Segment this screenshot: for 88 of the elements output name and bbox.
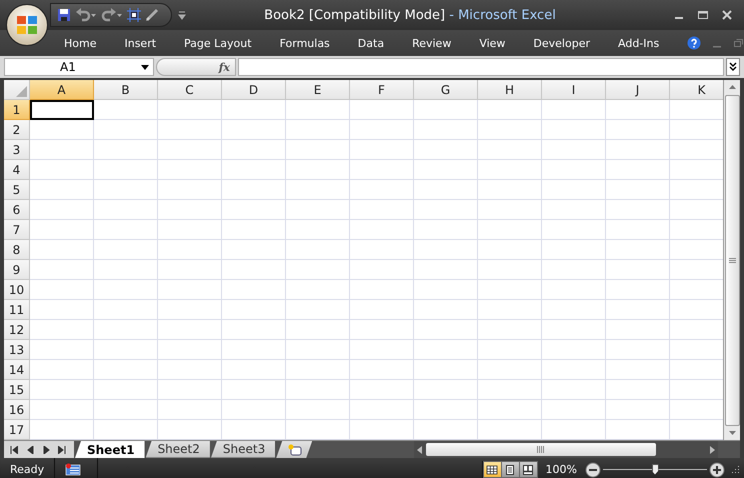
office-logo-icon: [15, 13, 39, 37]
active-cell[interactable]: [30, 100, 94, 120]
document-title: Book2 [Compatibility Mode]: [264, 8, 446, 22]
scroll-up-arrow-icon[interactable]: [728, 85, 736, 89]
page-break-view-button[interactable]: [520, 462, 537, 477]
previous-sheet-icon[interactable]: [26, 446, 34, 454]
row-header[interactable]: 17: [4, 420, 30, 440]
column-header[interactable]: E: [286, 80, 350, 100]
zoom-in-icon[interactable]: [709, 462, 725, 478]
pen-icon[interactable]: [145, 8, 159, 22]
new-sheet-icon: [288, 444, 302, 456]
row-header[interactable]: 11: [4, 300, 30, 320]
close-icon[interactable]: [722, 10, 732, 20]
row-header[interactable]: 4: [4, 160, 30, 180]
column-header[interactable]: J: [606, 80, 670, 100]
redo-icon[interactable]: [101, 8, 123, 22]
row-header[interactable]: 13: [4, 340, 30, 360]
normal-view-icon: [486, 464, 498, 474]
row-header[interactable]: 15: [4, 380, 30, 400]
zoom-level-text[interactable]: 100%: [546, 463, 577, 476]
row-header[interactable]: 5: [4, 180, 30, 200]
sheet-tab[interactable]: Sheet3: [210, 441, 276, 458]
row-header[interactable]: 2: [4, 120, 30, 140]
scroll-left-arrow-icon[interactable]: [416, 446, 422, 454]
row-header[interactable]: 8: [4, 240, 30, 260]
column-header[interactable]: G: [414, 80, 478, 100]
row-header[interactable]: 14: [4, 360, 30, 380]
ribbon-tab[interactable]: View: [479, 36, 506, 50]
double-chevron-icon: [729, 62, 737, 72]
customize-caret-icon[interactable]: [178, 10, 186, 20]
undo-icon[interactable]: [75, 8, 97, 22]
formula-input-field[interactable]: [238, 58, 724, 76]
ribbon-tab[interactable]: Add-Ins: [618, 36, 660, 50]
dropdown-caret-icon[interactable]: [141, 64, 149, 70]
ribbon-tab[interactable]: Home: [64, 36, 96, 50]
column-header[interactable]: B: [94, 80, 158, 100]
sheet-tab[interactable]: Sheet1: [75, 441, 145, 458]
record-macro-icon[interactable]: [65, 463, 82, 476]
last-sheet-icon[interactable]: [58, 446, 66, 454]
sheet-tab[interactable]: Sheet2: [146, 441, 210, 458]
help-icon[interactable]: [687, 36, 702, 50]
row-header[interactable]: 10: [4, 280, 30, 300]
ribbon-tab[interactable]: Insert: [124, 36, 156, 50]
row-header[interactable]: 3: [4, 140, 30, 160]
page-break-view-icon: [522, 464, 534, 474]
normal-view-button[interactable]: [484, 462, 501, 477]
row-header[interactable]: 6: [4, 200, 30, 220]
column-header[interactable]: H: [478, 80, 542, 100]
column-header[interactable]: F: [350, 80, 414, 100]
zoom-slider-thumb[interactable]: [652, 464, 658, 474]
row-header[interactable]: 16: [4, 400, 30, 420]
grip-icon: [728, 258, 736, 264]
insert-function-button[interactable]: fx: [156, 58, 236, 76]
row-header[interactable]: 7: [4, 220, 30, 240]
vertical-scrollbar[interactable]: [723, 80, 740, 440]
name-box[interactable]: A1: [4, 58, 154, 76]
page-layout-view-button[interactable]: [502, 462, 519, 477]
ribbon-tab[interactable]: Developer: [533, 36, 590, 50]
row-header[interactable]: 9: [4, 260, 30, 280]
ribbon-tab[interactable]: Page Layout: [184, 36, 252, 50]
column-header[interactable]: C: [158, 80, 222, 100]
resize-grip-icon[interactable]: [731, 465, 740, 474]
page-layout-view-icon: [504, 464, 516, 474]
zoom-out-icon[interactable]: [585, 462, 601, 478]
scroll-right-arrow-icon[interactable]: [710, 446, 716, 454]
app-title: - Microsoft Excel: [449, 8, 556, 22]
row-header[interactable]: 1: [4, 100, 30, 120]
grip-icon: [537, 446, 545, 453]
border-icon[interactable]: [127, 8, 141, 22]
next-sheet-icon[interactable]: [42, 446, 50, 454]
ribbon-tab[interactable]: Data: [358, 36, 384, 50]
column-header[interactable]: D: [222, 80, 286, 100]
ribbon-tab[interactable]: Formulas: [280, 36, 330, 50]
horizontal-scrollbar[interactable]: [414, 441, 718, 458]
corner-triangle-icon: [16, 86, 27, 97]
column-header[interactable]: K: [670, 80, 723, 100]
scroll-down-arrow-icon[interactable]: [728, 431, 736, 435]
ribbon-tab[interactable]: Review: [412, 36, 452, 50]
save-icon[interactable]: [57, 8, 71, 22]
status-text: Ready: [0, 458, 56, 478]
expand-formula-bar-button[interactable]: [726, 58, 740, 76]
column-header[interactable]: A: [30, 80, 94, 100]
office-button[interactable]: [6, 4, 48, 46]
maximize-icon[interactable]: [698, 10, 708, 20]
column-header[interactable]: I: [542, 80, 606, 100]
first-sheet-icon[interactable]: [10, 446, 18, 454]
insert-sheet-button[interactable]: [276, 441, 312, 458]
row-header[interactable]: 12: [4, 320, 30, 340]
